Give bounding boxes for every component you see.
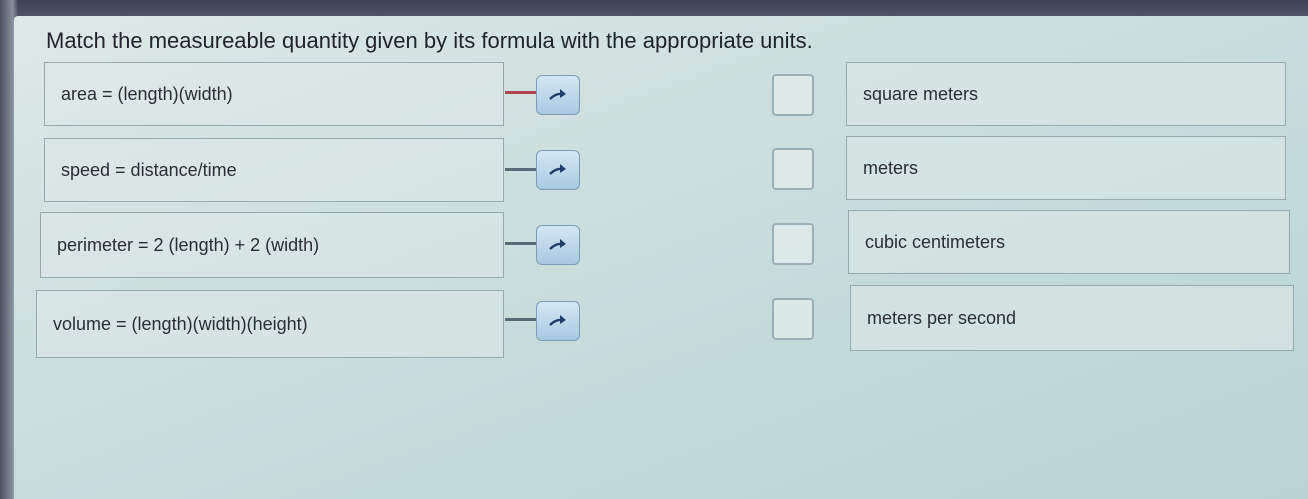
arrow-right-icon: [549, 315, 566, 326]
arrow-right-icon: [549, 89, 566, 100]
match-connector: [505, 168, 537, 171]
match-button[interactable]: [536, 150, 580, 190]
arrow-right-icon: [549, 239, 566, 250]
formula-label: speed = distance/time: [61, 159, 237, 180]
unit-label: meters per second: [867, 307, 1017, 328]
match-button[interactable]: [536, 75, 580, 115]
formula-card-area[interactable]: area = (length)(width): [44, 62, 504, 126]
unit-card-square-meters[interactable]: square meters: [846, 62, 1286, 126]
unit-label: square meters: [863, 83, 979, 104]
formula-label: volume = (length)(width)(height): [53, 313, 308, 334]
formula-label: area = (length)(width): [61, 83, 233, 104]
match-button[interactable]: [536, 301, 580, 341]
unit-card-cubic-centimeters[interactable]: cubic centimeters: [848, 210, 1290, 274]
unit-label: meters: [863, 157, 919, 178]
match-button[interactable]: [536, 225, 580, 265]
arrow-right-icon: [549, 164, 566, 175]
formula-card-perimeter[interactable]: perimeter = 2 (length) + 2 (width): [40, 212, 504, 278]
question-text: Match the measureable quantity given by …: [46, 28, 813, 53]
match-connector: [505, 318, 537, 321]
unit-card-meters-per-second[interactable]: meters per second: [850, 285, 1294, 351]
match-target-box[interactable]: [772, 223, 814, 265]
match-connector: [505, 91, 537, 94]
unit-card-meters[interactable]: meters: [846, 136, 1286, 200]
match-connector: [505, 242, 537, 245]
unit-label: cubic centimeters: [865, 231, 1006, 252]
formula-card-speed[interactable]: speed = distance/time: [44, 138, 504, 202]
match-target-box[interactable]: [772, 298, 814, 340]
formula-label: perimeter = 2 (length) + 2 (width): [57, 234, 320, 255]
match-target-box[interactable]: [772, 148, 814, 190]
formula-card-volume[interactable]: volume = (length)(width)(height): [36, 290, 504, 358]
match-target-box[interactable]: [772, 74, 814, 116]
